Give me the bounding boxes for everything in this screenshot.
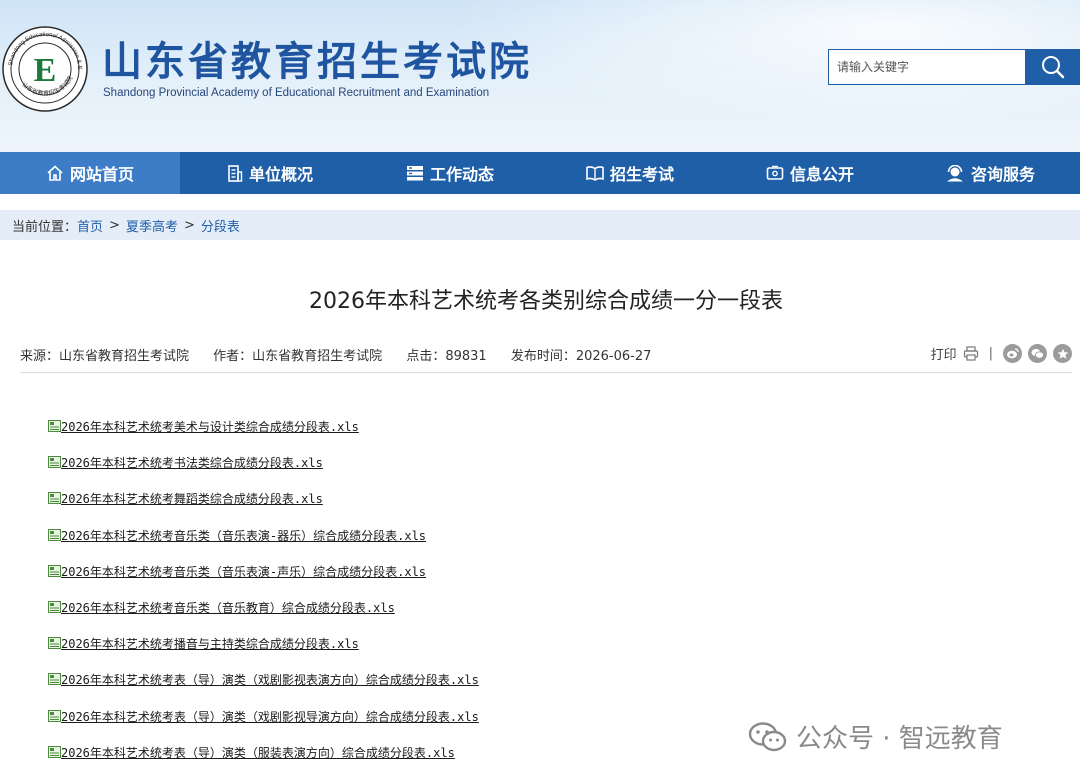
nav-item-service[interactable]: 咨询服务 (900, 152, 1080, 194)
list-item: 2026年本科艺术统考美术与设计类综合成绩分段表.xls (48, 419, 479, 455)
nav-label: 信息公开 (789, 165, 854, 184)
attachment-link[interactable]: 2026年本科艺术统考表（导）演类（服装表演方向）综合成绩分段表.xls (61, 745, 455, 761)
breadcrumb-prefix: 当前位置： (12, 219, 78, 235)
list-item: 2026年本科艺术统考舞蹈类综合成绩分段表.xls (48, 491, 479, 527)
search-input[interactable] (828, 49, 1026, 85)
article-tools: 打印 | (931, 344, 1072, 363)
article-meta: 来源：山东省教育招生考试院 作者：山东省教育招生考试院 点击：89831 发布时… (20, 345, 671, 364)
nav-label: 咨询服务 (970, 165, 1035, 184)
nav-item-home[interactable]: 网站首页 (0, 152, 180, 194)
breadcrumb-summer-gaokao[interactable]: 夏季高考 (126, 216, 178, 235)
star-icon (1057, 348, 1068, 359)
list-item: 2026年本科艺术统考音乐类（音乐表演-器乐）综合成绩分段表.xls (48, 528, 479, 564)
xls-file-icon (48, 492, 61, 505)
attachment-link[interactable]: 2026年本科艺术统考美术与设计类综合成绩分段表.xls (61, 419, 359, 435)
xls-file-icon (48, 745, 61, 758)
breadcrumb-separator: > (183, 217, 195, 233)
breadcrumb-home[interactable]: 首页 (77, 216, 103, 235)
site-subtitle: Shandong Provincial Academy of Education… (103, 87, 490, 99)
meta-clicks: 点击：89831 (406, 349, 487, 364)
nav-item-news[interactable]: 工作动态 (360, 152, 540, 194)
xls-file-icon (48, 528, 61, 541)
print-label[interactable]: 打印 (931, 344, 957, 363)
watermark-text: 公众号 · 智远教育 (796, 724, 1003, 754)
xls-file-icon (48, 637, 61, 650)
nav-item-exams[interactable]: 招生考试 (540, 152, 720, 194)
attachment-link[interactable]: 2026年本科艺术统考表（导）演类（戏剧影视表演方向）综合成绩分段表.xls (61, 672, 479, 688)
attachment-link[interactable]: 2026年本科艺术统考表（导）演类（戏剧影视导演方向）综合成绩分段表.xls (61, 709, 479, 725)
nav-item-about[interactable]: 单位概况 (180, 152, 360, 194)
list-item: 2026年本科艺术统考表（导）演类（服装表演方向）综合成绩分段表.xls (48, 745, 479, 779)
meta-date: 发布时间：2026-06-27 (510, 349, 652, 364)
wechat-logo-icon (748, 721, 787, 751)
list-item: 2026年本科艺术统考音乐类（音乐教育）综合成绩分段表.xls (48, 600, 479, 636)
list-item: 2026年本科艺术统考表（导）演类（戏剧影视导演方向）综合成绩分段表.xls (48, 709, 479, 745)
xls-file-icon (48, 564, 61, 577)
xls-file-icon (48, 456, 61, 469)
home-icon (47, 165, 63, 181)
breadcrumb-score-tables[interactable]: 分段表 (201, 216, 240, 235)
breadcrumb-separator: > (109, 217, 120, 233)
building-icon (228, 164, 243, 182)
user-service-icon (946, 164, 963, 181)
share-wechat-button[interactable] (1028, 344, 1047, 363)
article-title: 2026年本科艺术统考各类别综合成绩一分一段表 (309, 289, 783, 314)
nav-label: 网站首页 (69, 165, 134, 184)
list-item: 2026年本科艺术统考书法类综合成绩分段表.xls (48, 455, 479, 491)
list-item: 2026年本科艺术统考播音与主持类综合成绩分段表.xls (48, 636, 479, 672)
search-button[interactable] (1025, 49, 1080, 85)
site-title[interactable]: 山东省教育招生考试院 (102, 38, 532, 86)
seal-letter: E (34, 52, 57, 89)
xls-file-icon (48, 673, 61, 686)
printer-icon[interactable] (963, 346, 979, 361)
xls-file-icon (48, 420, 61, 432)
attachment-link[interactable]: 2026年本科艺术统考音乐类（音乐教育）综合成绩分段表.xls (61, 600, 395, 616)
meta-author: 作者：山东省教育招生考试院 (213, 349, 383, 364)
info-card-icon (766, 165, 784, 180)
meta-source: 来源：山东省教育招生考试院 (20, 349, 190, 364)
list-item: 2026年本科艺术统考表（导）演类（戏剧影视表演方向）综合成绩分段表.xls (48, 672, 479, 708)
attachment-link[interactable]: 2026年本科艺术统考播音与主持类综合成绩分段表.xls (61, 636, 359, 652)
list-item: 2026年本科艺术统考音乐类（音乐表演-声乐）综合成绩分段表.xls (48, 564, 479, 600)
share-weibo-button[interactable] (1003, 344, 1022, 363)
nav-label: 招生考试 (609, 165, 674, 184)
favorite-button[interactable] (1053, 344, 1072, 363)
tools-divider: | (988, 346, 993, 361)
academy-seal-logo[interactable]: Shandong Educational Admission & Examina… (2, 26, 88, 112)
meta-divider-line (20, 372, 1072, 373)
attachment-list: 2026年本科艺术统考美术与设计类综合成绩分段表.xls 2026年本科艺术统考… (48, 419, 479, 779)
breadcrumb: 当前位置： 首页 > 夏季高考 > 分段表 (0, 210, 1080, 240)
search-icon (1042, 56, 1065, 79)
xls-file-icon (48, 709, 61, 722)
nav-item-disclosure[interactable]: 信息公开 (720, 152, 900, 194)
attachment-link[interactable]: 2026年本科艺术统考音乐类（音乐表演-声乐）综合成绩分段表.xls (61, 564, 426, 580)
attachment-link[interactable]: 2026年本科艺术统考书法类综合成绩分段表.xls (61, 455, 323, 471)
wechat-icon (1031, 348, 1044, 359)
main-nav: 网站首页 单位概况 工作动态 招生考试 信息公开 咨询服务 (0, 152, 1080, 194)
weibo-icon (1007, 348, 1019, 359)
list-icon (406, 166, 423, 181)
nav-label: 工作动态 (429, 165, 494, 184)
nav-label: 单位概况 (248, 165, 313, 184)
xls-file-icon (48, 600, 61, 613)
book-icon (586, 166, 604, 181)
site-header: Shandong Educational Admission & Examina… (0, 0, 1080, 152)
attachment-link[interactable]: 2026年本科艺术统考音乐类（音乐表演-器乐）综合成绩分段表.xls (61, 528, 426, 544)
attachment-link[interactable]: 2026年本科艺术统考舞蹈类综合成绩分段表.xls (61, 491, 323, 507)
wechat-watermark: 公众号 · 智远教育 (748, 718, 1003, 755)
